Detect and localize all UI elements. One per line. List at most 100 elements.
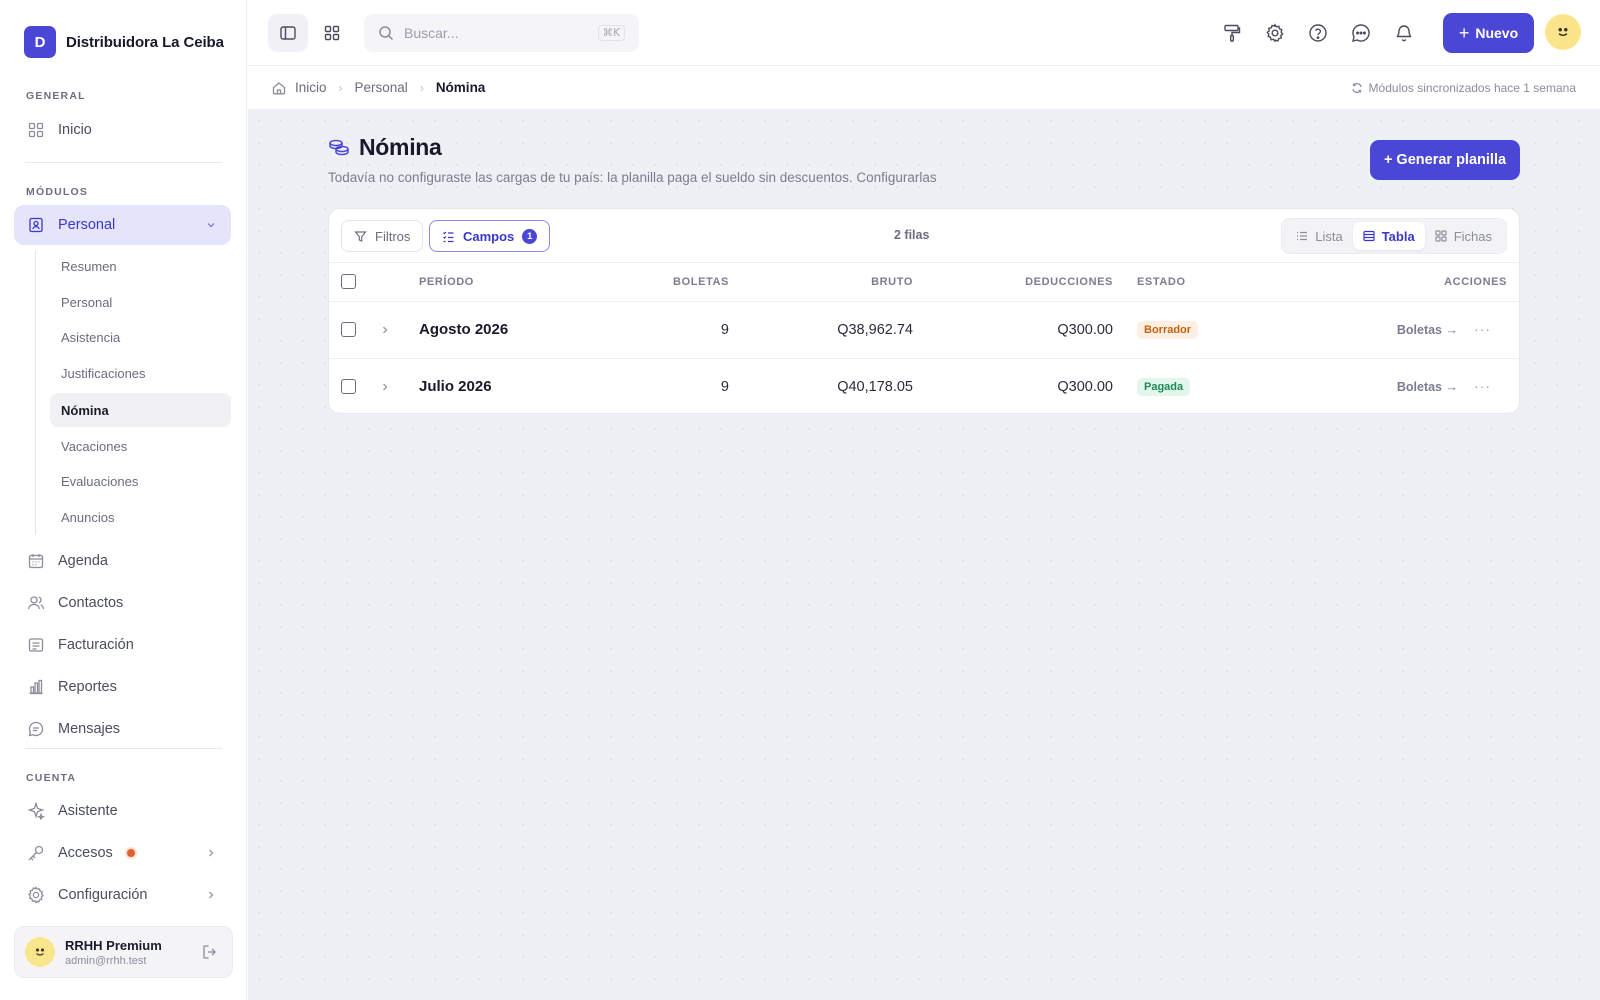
header-period[interactable]: PERÍODO	[419, 263, 609, 302]
cell-gross: Q38,962.74	[729, 301, 913, 359]
fields-button[interactable]: Campos 1	[429, 220, 551, 252]
help-icon[interactable]	[1304, 19, 1332, 47]
user-name: RRHH Premium	[65, 937, 162, 953]
row-expand-cell	[379, 358, 419, 413]
settings-icon[interactable]	[1261, 19, 1289, 47]
header-status[interactable]: ESTADO	[1113, 263, 1303, 302]
more-options-icon[interactable]: ···	[1474, 378, 1491, 394]
chevron-down-icon	[205, 219, 217, 231]
sidebar-item-label: Facturación	[58, 637, 134, 653]
brand-name: Distribuidora La Ceiba	[66, 33, 224, 51]
sidebar-item-configuracion[interactable]: Configuración	[14, 875, 231, 915]
section-title-account: CUENTA	[26, 772, 77, 784]
row-checkbox[interactable]	[341, 379, 356, 395]
users-icon	[26, 593, 46, 613]
sidebar-item-mensajes[interactable]: Mensajes	[14, 709, 231, 749]
breadcrumb-home[interactable]: Inicio	[295, 80, 327, 95]
view-list-button[interactable]: Lista	[1286, 222, 1352, 250]
view-switcher: Lista Tabla Fichas	[1281, 218, 1507, 254]
user-email: admin@rrhh.test	[65, 954, 147, 967]
message-icon	[26, 719, 46, 739]
sidebar-subitem-resumen[interactable]: Resumen	[50, 249, 231, 283]
bar-chart-icon	[26, 677, 46, 697]
cell-status: Borrador	[1113, 301, 1303, 359]
view-cards-button[interactable]: Fichas	[1425, 222, 1502, 250]
header-deductions[interactable]: DEDUCCIONES	[913, 263, 1113, 302]
sidebar-subitem-vacaciones[interactable]: Vacaciones	[50, 429, 231, 463]
filters-button[interactable]: Filtros	[341, 220, 424, 252]
sidebar-subitem-personal[interactable]: Personal	[50, 285, 231, 319]
coins-icon	[328, 138, 350, 163]
sidebar-item-asistente[interactable]: Asistente	[14, 791, 231, 831]
cell-period: Agosto 2026	[419, 301, 609, 359]
search-shortcut: ⌘K	[597, 25, 625, 41]
page-title: Nómina	[359, 134, 442, 160]
sidebar-subitem-asistencia[interactable]: Asistencia	[50, 320, 231, 354]
chevron-right-icon[interactable]	[379, 381, 391, 393]
more-options-icon[interactable]: ···	[1474, 321, 1491, 337]
notification-dot	[126, 849, 135, 857]
sidebar-subitem-evaluaciones[interactable]: Evaluaciones	[50, 464, 231, 498]
sidebar-subitem-anuncios[interactable]: Anuncios	[50, 500, 231, 534]
apps-grid-icon	[324, 25, 340, 41]
header-slips[interactable]: BOLETAS	[609, 263, 729, 302]
cell-gross: Q40,178.05	[837, 378, 913, 395]
new-button[interactable]: + Nuevo	[1443, 13, 1534, 53]
header-actions: ACCIONES	[1303, 263, 1519, 302]
cell-actions: Boletas → ···	[1303, 301, 1519, 359]
chevron-right-icon: ›	[338, 80, 343, 95]
cell-deductions: Q300.00	[1057, 378, 1113, 395]
toggle-sidebar-button[interactable]	[268, 14, 308, 52]
cell-actions: Boletas → ···	[1303, 358, 1519, 413]
chat-icon[interactable]	[1347, 19, 1375, 47]
slips-link[interactable]: Boletas →	[1397, 380, 1458, 394]
header-gross[interactable]: BRUTO	[729, 263, 913, 302]
search-input[interactable]	[404, 25, 574, 41]
page-subtitle: Todavía no configuraste las cargas de tu…	[328, 170, 937, 185]
sidebar-item-label: Contactos	[58, 595, 124, 611]
paint-roller-icon[interactable]	[1218, 19, 1246, 47]
sidebar-item-inicio[interactable]: Inicio	[14, 110, 231, 150]
sidebar-item-accesos[interactable]: Accesos	[14, 833, 231, 873]
sidebar-item-personal[interactable]: Personal	[14, 205, 231, 245]
payroll-table-card: Filtros Campos 1 2 filas Lista Tabla Fic…	[328, 208, 1520, 414]
sidebar-item-contactos[interactable]: Contactos	[14, 583, 231, 623]
apps-button[interactable]	[312, 14, 352, 52]
avatar	[25, 937, 55, 967]
divider	[25, 162, 222, 163]
row-expand-cell	[379, 301, 419, 359]
sidebar-subitem-nomina[interactable]: Nómina	[50, 393, 231, 427]
sidebar-item-label: Configuración	[58, 887, 148, 903]
sidebar-item-label: Reportes	[58, 679, 117, 695]
sparkle-icon	[26, 801, 46, 821]
row-checkbox[interactable]	[341, 322, 356, 338]
bell-icon[interactable]	[1390, 19, 1418, 47]
view-table-button[interactable]: Tabla	[1352, 222, 1425, 250]
generate-payroll-button[interactable]: + Generar planilla	[1370, 140, 1520, 180]
logout-icon[interactable]	[202, 944, 218, 960]
new-button-label: Nuevo	[1475, 25, 1519, 41]
sidebar-item-reportes[interactable]: Reportes	[14, 667, 231, 707]
slips-link[interactable]: Boletas →	[1397, 323, 1458, 337]
user-card[interactable]: RRHH Premium admin@rrhh.test	[14, 926, 233, 978]
fields-label: Campos	[463, 228, 515, 244]
brand-logo: D	[24, 26, 56, 58]
sidebar-subitem-justificaciones[interactable]: Justificaciones	[50, 356, 231, 390]
sidebar-item-label: Agenda	[58, 553, 108, 569]
breadcrumb-personal[interactable]: Personal	[355, 80, 408, 95]
sidebar-item-agenda[interactable]: Agenda	[14, 541, 231, 581]
status-badge: Pagada	[1137, 377, 1191, 396]
user-info: RRHH Premium admin@rrhh.test	[65, 938, 162, 967]
table-row[interactable]: Agosto 2026 9 Q38,962.74 Q300.00 Borrado…	[329, 301, 1519, 359]
avatar[interactable]	[1545, 14, 1581, 50]
sidebar-item-label: Inicio	[58, 122, 92, 138]
chevron-right-icon[interactable]	[379, 324, 391, 336]
cell-deductions: Q300.00	[913, 301, 1113, 359]
sidebar-item-facturacion[interactable]: Facturación	[14, 625, 231, 665]
table-row[interactable]: Julio 2026 9 Q40,178.05 Q300.00 Pagada B…	[329, 358, 1519, 413]
filter-icon	[354, 230, 367, 242]
row-select-cell	[329, 301, 379, 359]
configure-link[interactable]: Configurarlas	[856, 170, 936, 185]
sync-status-text: Módulos sincronizados hace 1 semana	[1368, 80, 1576, 95]
select-all-checkbox[interactable]	[341, 274, 356, 290]
